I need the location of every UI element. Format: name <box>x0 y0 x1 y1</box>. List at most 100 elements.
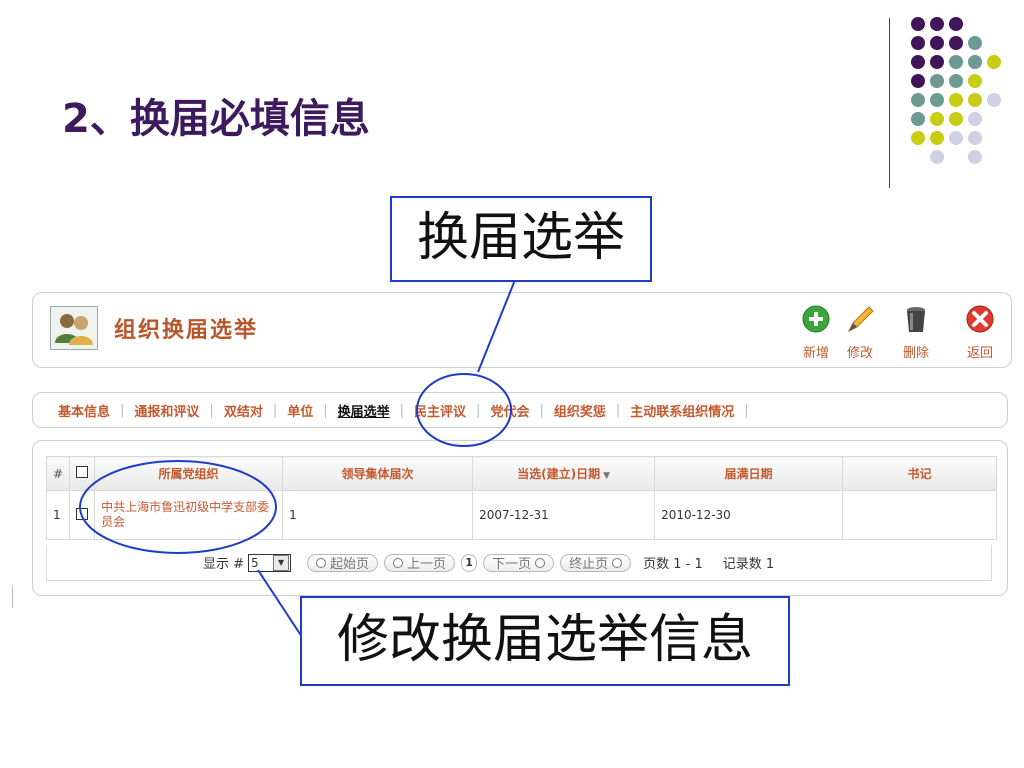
edit-button[interactable]: 修改 <box>836 304 884 361</box>
prev-page-icon <box>393 557 404 568</box>
decorative-dot <box>968 36 982 50</box>
org-link[interactable]: 中共上海市鲁迅初级中学支部委员会 <box>101 500 276 530</box>
first-page-icon <box>316 557 327 568</box>
next-page-icon <box>535 557 546 568</box>
decorative-dot <box>911 55 925 69</box>
tab-0[interactable]: 基本信息 <box>52 401 116 420</box>
decorative-dot <box>930 17 944 31</box>
tab-separator: | <box>209 403 214 418</box>
decorative-dot <box>968 131 982 145</box>
decorative-dot <box>911 93 925 107</box>
tab-list: 基本信息 | 通报和评议 | 双结对 | 单位 | 换届选举 | 民主评议 | 党代会 | 组织奖惩 | 主动联… <box>52 401 753 420</box>
column-header-elected[interactable]: 当选(建立)日期 ▼ <box>472 456 656 491</box>
decorative-dot <box>949 55 963 69</box>
add-label: 新增 <box>802 346 829 361</box>
row-secretary <box>842 490 998 540</box>
row-elected-date: 2007-12-31 <box>472 490 656 540</box>
prev-page-button[interactable]: 上一页 <box>384 553 456 572</box>
scroll-edge <box>12 586 13 608</box>
trash-icon <box>907 307 925 332</box>
decorative-dot <box>968 74 982 88</box>
page-count: 页数 1 - 1 <box>643 557 703 572</box>
column-header-term[interactable]: 领导集体届次 <box>282 456 474 491</box>
decorative-dot <box>949 131 963 145</box>
slide-title: 2、换届必填信息 <box>62 96 370 142</box>
tab-8[interactable]: 主动联系组织情况 <box>624 401 740 420</box>
tab-1[interactable]: 通报和评议 <box>128 401 205 420</box>
page-size-label: 显示 # <box>203 557 245 572</box>
page-size-value: 5 <box>251 555 259 570</box>
group-users-icon <box>50 306 98 350</box>
decorative-dot <box>911 17 925 31</box>
column-header-expires[interactable]: 届满日期 <box>654 456 844 491</box>
decorative-dot <box>930 93 944 107</box>
tab-separator: | <box>539 403 544 418</box>
column-header-elected-label: 当选(建立)日期 <box>517 467 601 481</box>
last-page-icon <box>612 557 623 568</box>
tab-3[interactable]: 单位 <box>281 401 319 420</box>
decorative-dot <box>949 17 963 31</box>
delete-button[interactable]: 删除 <box>892 304 940 361</box>
page-size-select[interactable]: 5 ▼ <box>248 553 292 572</box>
decorative-dot <box>930 112 944 126</box>
tab-separator: | <box>323 403 328 418</box>
decorative-dot <box>968 93 982 107</box>
callout-edit-election: 修改换届选举信息 <box>300 596 790 686</box>
decorative-dot <box>930 131 944 145</box>
prev-page-label: 上一页 <box>407 557 447 572</box>
decorative-dot <box>911 131 925 145</box>
tab-separator: | <box>615 403 621 418</box>
sort-down-icon: ▼ <box>603 471 611 481</box>
tab-5[interactable]: 民主评议 <box>408 401 472 420</box>
column-header-select <box>69 456 96 491</box>
decorative-dot <box>930 55 944 69</box>
select-all-checkbox[interactable] <box>76 466 89 478</box>
decorative-dots <box>911 17 1001 164</box>
pencil-icon <box>847 306 874 333</box>
decorative-dot <box>911 112 925 126</box>
back-button[interactable]: 返回 <box>956 304 1004 361</box>
tab-7[interactable]: 组织奖惩 <box>548 401 612 420</box>
current-page-button[interactable]: 1 <box>461 553 478 572</box>
add-button[interactable]: 新增 <box>792 304 840 361</box>
next-page-label: 下一页 <box>492 557 532 572</box>
next-page-button[interactable]: 下一页 <box>483 553 555 572</box>
row-term: 1 <box>282 490 474 540</box>
column-header-secretary[interactable]: 书记 <box>842 456 998 491</box>
tab-separator: | <box>476 403 481 418</box>
tab-6[interactable]: 党代会 <box>484 401 535 420</box>
edit-label: 修改 <box>846 346 873 361</box>
decorative-dot <box>949 74 963 88</box>
add-icon <box>802 305 830 333</box>
back-label: 返回 <box>966 346 993 361</box>
decorative-dot <box>968 150 982 164</box>
row-index: 1 <box>45 490 71 540</box>
record-count: 记录数 1 <box>722 557 775 572</box>
decorative-dot <box>930 36 944 50</box>
delete-label: 删除 <box>902 346 929 361</box>
first-page-label: 起始页 <box>330 557 370 572</box>
row-checkbox[interactable] <box>76 507 89 520</box>
tab-2[interactable]: 双结对 <box>218 401 269 420</box>
row-expire-date: 2010-12-30 <box>654 490 844 540</box>
decorative-dot <box>968 55 982 69</box>
decorative-dot <box>987 55 1001 69</box>
column-header-index: # <box>45 456 71 491</box>
table-header-row: # 所属党组织 领导集体届次 当选(建立)日期 ▼ 届满日期 书记 <box>45 456 998 491</box>
first-page-button[interactable]: 起始页 <box>307 553 379 572</box>
tab-separator: | <box>744 403 749 418</box>
tab-separator: | <box>399 403 405 418</box>
row-org-cell: 中共上海市鲁迅初级中学支部委员会 <box>94 490 284 540</box>
decorative-dot <box>949 36 963 50</box>
decorative-dot <box>911 36 925 50</box>
decorative-dot <box>968 112 982 126</box>
table-row[interactable]: 1 中共上海市鲁迅初级中学支部委员会 1 2007-12-31 2010-12-… <box>45 490 998 540</box>
decorative-dot <box>930 74 944 88</box>
column-header-org[interactable]: 所属党组织 <box>94 456 284 491</box>
tab-4[interactable]: 换届选举 <box>332 401 396 420</box>
pager: 显示 # 5 ▼ 起始页 上一页 1 下一页 终止页 页数 1 - 1 记录数 … <box>46 545 992 581</box>
dropdown-arrow-icon: ▼ <box>273 554 290 571</box>
last-page-button[interactable]: 终止页 <box>560 553 632 572</box>
callout-election: 换届选举 <box>390 196 652 282</box>
tab-separator: | <box>120 403 125 418</box>
